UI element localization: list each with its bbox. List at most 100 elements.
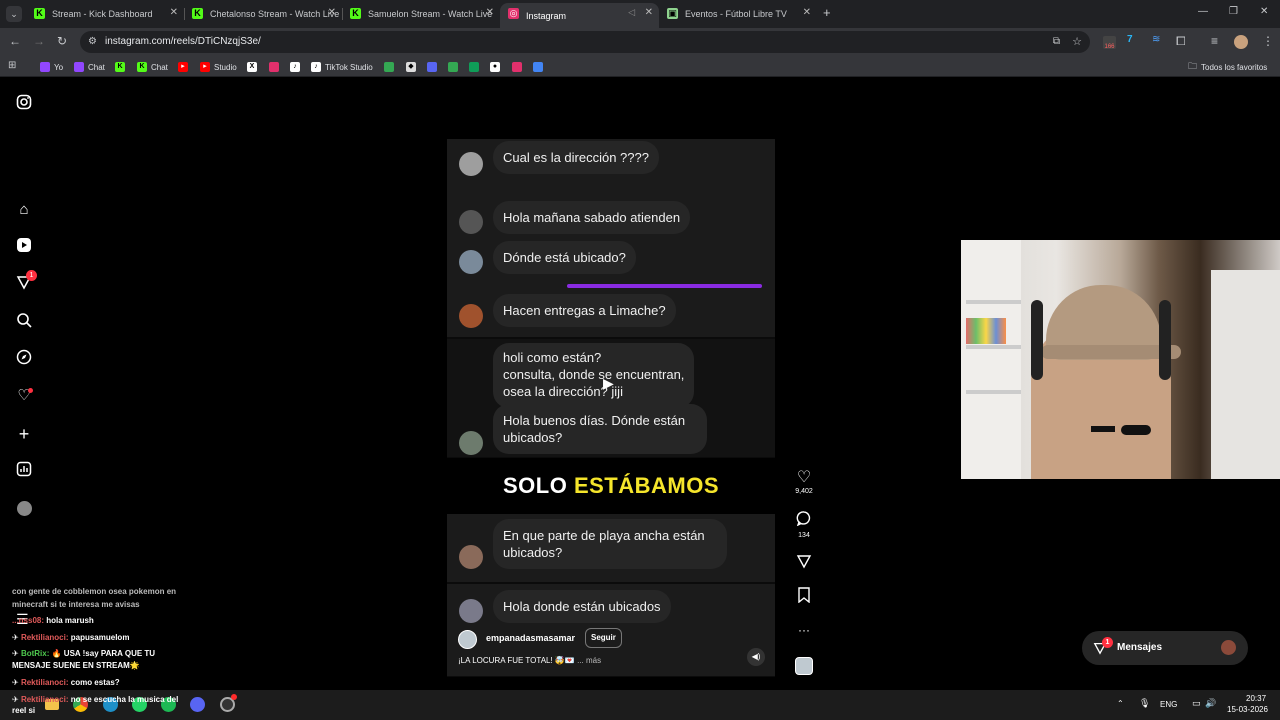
reload-icon[interactable]: ↻ bbox=[57, 34, 67, 48]
network-icon[interactable]: ▭ bbox=[1192, 698, 1201, 709]
bookmark-chat-twitch[interactable]: Chat bbox=[74, 60, 105, 74]
bookmark-tiktok[interactable]: ♪ bbox=[290, 60, 304, 74]
more-link[interactable]: ... más bbox=[577, 656, 601, 665]
bookmark-discord[interactable] bbox=[427, 60, 441, 74]
clock-date[interactable]: 15-03-2026 bbox=[1227, 705, 1268, 714]
kick-icon: K bbox=[34, 8, 45, 19]
tab-kick-dashboard[interactable]: K Stream - Kick Dashboard ✕ bbox=[26, 3, 184, 25]
forward-icon[interactable]: → bbox=[33, 34, 45, 48]
messages-label: Mensajes bbox=[1117, 642, 1163, 653]
address-bar[interactable]: ⚙ instagram.com/reels/DTiCNzqjS3e/ ⧉ ☆ bbox=[80, 31, 1090, 53]
audio-icon[interactable]: ◀) bbox=[747, 648, 765, 666]
messenger-icon[interactable]: 1 bbox=[14, 270, 37, 294]
comment-avatar bbox=[459, 152, 483, 176]
caption-text: ¡LA LOCURA FUE TOTAL! 🤯💌 bbox=[458, 656, 575, 665]
bookmark-yo[interactable]: Yo bbox=[40, 60, 63, 74]
taskbar: ⌃ 🎙 ENG ▭ 🔊 20:37 15-03-2026 bbox=[0, 690, 1280, 720]
restore-button[interactable]: ❐ bbox=[1229, 6, 1238, 17]
bookmark-star-icon[interactable]: ☆ bbox=[1072, 31, 1082, 53]
bookmark-instagram[interactable] bbox=[269, 60, 283, 74]
close-icon[interactable]: ✕ bbox=[486, 7, 494, 18]
comment-bubble: Dónde está ubicado? bbox=[493, 241, 636, 274]
profile-avatar[interactable] bbox=[17, 501, 32, 516]
bookmark-x[interactable]: X bbox=[247, 60, 261, 74]
back-icon[interactable]: ← bbox=[9, 34, 21, 48]
bookmark-red-app[interactable] bbox=[512, 60, 526, 74]
extension-7tv-icon[interactable]: 7 bbox=[1127, 34, 1133, 45]
bookmark-blue-app[interactable] bbox=[533, 60, 547, 74]
microphone-icon[interactable]: 🎙 bbox=[1139, 698, 1150, 709]
comment-icon bbox=[796, 511, 811, 527]
reading-list-icon[interactable]: ≡ bbox=[1211, 34, 1218, 48]
save-button[interactable] bbox=[790, 587, 818, 608]
instagram-logo-icon[interactable] bbox=[14, 94, 34, 114]
minimize-button[interactable]: — bbox=[1198, 6, 1208, 17]
reels-icon[interactable] bbox=[14, 237, 34, 257]
bookmark-diamond[interactable]: ◆ bbox=[406, 60, 420, 74]
discord-icon bbox=[427, 62, 437, 72]
close-icon[interactable]: ✕ bbox=[645, 7, 653, 18]
comment-bubble: Hola donde están ubicados bbox=[493, 590, 671, 623]
create-icon[interactable]: + bbox=[14, 424, 34, 444]
instagram-icon: ◎ bbox=[508, 8, 519, 19]
close-window-button[interactable]: ✕ bbox=[1260, 6, 1268, 17]
profile-avatar[interactable] bbox=[1234, 35, 1248, 49]
close-icon[interactable]: ✕ bbox=[328, 7, 336, 18]
language-indicator[interactable]: ENG bbox=[1160, 700, 1177, 709]
explore-icon[interactable] bbox=[14, 349, 34, 369]
chat-line: con gente de cobblemon osea pokemon en bbox=[12, 587, 176, 596]
tab-futbol-libre[interactable]: ▣ Eventos - Fútbol Libre TV ✕ bbox=[659, 3, 817, 25]
bookmark-sheets[interactable] bbox=[469, 60, 483, 74]
extension-counter-icon[interactable]: 166 bbox=[1103, 36, 1116, 50]
apps-grid-icon[interactable]: ⊞ bbox=[8, 60, 16, 71]
extension-wave-icon[interactable]: ≋ bbox=[1152, 34, 1160, 45]
bookmark-green-app[interactable] bbox=[448, 60, 462, 74]
extensions-puzzle-icon[interactable]: ⧠ bbox=[1176, 34, 1186, 49]
follow-button[interactable]: Seguir bbox=[585, 628, 622, 648]
bookmark-studio[interactable]: ▸ Studio bbox=[200, 60, 237, 74]
messages-button[interactable]: 1 Mensajes bbox=[1082, 631, 1248, 665]
clock-time[interactable]: 20:37 bbox=[1246, 694, 1266, 703]
volume-icon[interactable]: 🔊 bbox=[1205, 698, 1216, 709]
home-icon[interactable]: ⌂ bbox=[14, 200, 34, 220]
purple-divider bbox=[567, 284, 762, 288]
all-bookmarks[interactable]: 🗀 Todos los favoritos bbox=[1188, 60, 1267, 74]
tab-instagram[interactable]: ◎ Instagram ◁ ✕ bbox=[500, 3, 659, 28]
extension-badge: 166 bbox=[1104, 44, 1115, 50]
account-name[interactable]: empanadasmasamar bbox=[486, 633, 575, 643]
dashboard-icon[interactable] bbox=[14, 461, 34, 481]
notifications-heart-icon[interactable]: ♡ bbox=[14, 386, 34, 406]
menu-kebab-icon[interactable]: ⋮ bbox=[1262, 34, 1274, 48]
tab-search-button[interactable]: ⌄ bbox=[6, 6, 22, 22]
play-icon[interactable]: ▶ bbox=[603, 375, 614, 392]
tray-overflow-icon[interactable]: ⌃ bbox=[1117, 699, 1124, 708]
like-button[interactable]: ♡ 9,402 bbox=[790, 467, 818, 495]
bookmark-drive[interactable] bbox=[384, 60, 398, 74]
share-button[interactable] bbox=[790, 553, 818, 574]
more-options-icon[interactable]: ··· bbox=[790, 623, 818, 637]
site-info-icon[interactable]: ⚙ bbox=[88, 31, 97, 53]
mute-icon[interactable]: ◁ bbox=[628, 7, 635, 18]
chat-text: hola marush bbox=[46, 616, 94, 625]
search-icon[interactable] bbox=[14, 312, 34, 332]
close-icon[interactable]: ✕ bbox=[170, 7, 178, 18]
reel-video[interactable]: Cual es la dirección ???? Hola mañana sa… bbox=[447, 91, 775, 677]
bookmark-youtube[interactable]: ▸ bbox=[178, 60, 192, 74]
tab-samuelon[interactable]: K Samuelon Stream - Watch Live ✕ bbox=[342, 3, 500, 25]
bookmark-chat-kick[interactable]: K Chat bbox=[137, 60, 168, 74]
likes-count: 9,402 bbox=[795, 488, 813, 495]
discord-icon[interactable] bbox=[190, 697, 205, 712]
close-icon[interactable]: ✕ bbox=[803, 7, 811, 18]
install-app-icon[interactable]: ⧉ bbox=[1053, 31, 1060, 53]
tab-title: Chetalonso Stream - Watch Live bbox=[210, 9, 340, 19]
audio-track-thumbnail[interactable] bbox=[795, 657, 813, 675]
account-avatar[interactable] bbox=[458, 630, 477, 649]
tab-chetalonso[interactable]: K Chetalonso Stream - Watch Live ✕ bbox=[184, 3, 342, 25]
chat-user: Rektilianoci: bbox=[20, 633, 69, 642]
bookmark-tiktok-studio[interactable]: ♪ TikTok Studio bbox=[311, 60, 373, 74]
bookmark-kick[interactable]: K bbox=[115, 60, 129, 74]
bookmark-obs[interactable]: ● bbox=[490, 60, 504, 74]
comment-button[interactable]: 134 bbox=[790, 510, 818, 539]
new-tab-button[interactable]: + bbox=[823, 5, 831, 20]
activity-dot bbox=[28, 388, 33, 393]
